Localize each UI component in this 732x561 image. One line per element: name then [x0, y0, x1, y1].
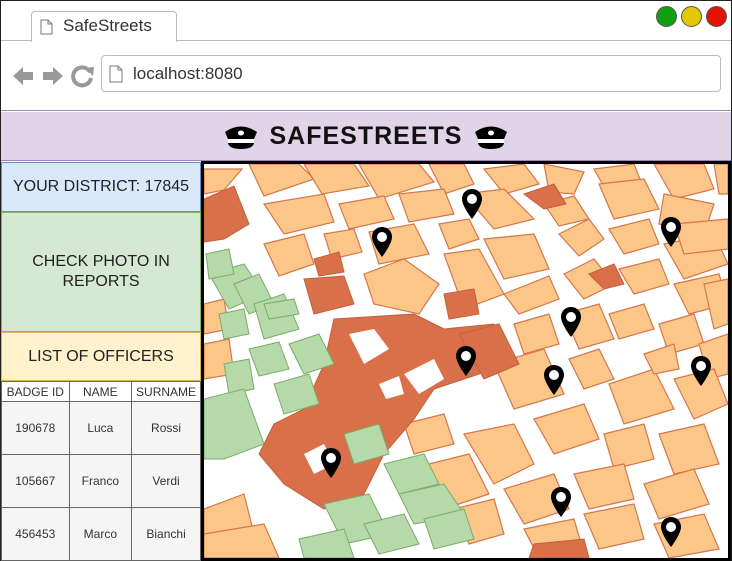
surname-cell: Bianchi [131, 507, 201, 561]
badge-id-cell: 456453 [1, 507, 70, 561]
arrow-right-icon[interactable] [41, 64, 65, 88]
browser-window: SafeStreets localhost:8080 SAFESTREETS Y… [0, 0, 732, 561]
officers-table: BADGE ID NAME SURNAME 190678 Luca Rossi … [1, 381, 201, 561]
table-row[interactable]: 105667 Franco Verdi [1, 454, 201, 508]
arrow-left-icon[interactable] [11, 64, 35, 88]
close-button[interactable] [706, 6, 727, 27]
table-header-row: BADGE ID NAME SURNAME [1, 381, 201, 402]
badge-id-cell: 105667 [1, 454, 70, 508]
minimize-button[interactable] [656, 6, 677, 27]
surname-cell: Rossi [131, 401, 201, 455]
column-header-badge-id: BADGE ID [1, 381, 70, 402]
tab-title: SafeStreets [63, 16, 152, 35]
district-label: YOUR DISTRICT: 17845 [12, 178, 190, 195]
reload-icon[interactable] [71, 64, 95, 88]
list-officers-button[interactable]: LIST OF OFFICERS [1, 332, 201, 381]
map-pin-icon[interactable] [462, 189, 482, 219]
district-map[interactable] [201, 161, 731, 561]
district-panel: YOUR DISTRICT: 17845 [1, 162, 201, 212]
map-canvas [204, 164, 728, 558]
app-title: SAFESTREETS [269, 122, 463, 150]
table-row[interactable]: 190678 Luca Rossi [1, 401, 201, 455]
app-header: SAFESTREETS [1, 112, 731, 161]
page-icon [40, 19, 53, 35]
maximize-button[interactable] [681, 6, 702, 27]
address-text: localhost:8080 [133, 64, 243, 83]
tab-bar: SafeStreets [1, 1, 731, 42]
name-cell: Franco [68, 454, 133, 508]
check-photo-label: CHECK PHOTO IN REPORTS [32, 253, 170, 290]
column-header-name: NAME [68, 381, 133, 402]
police-cap-icon [475, 126, 507, 149]
check-photo-button[interactable]: CHECK PHOTO IN REPORTS [1, 212, 201, 332]
page-icon [109, 65, 123, 83]
address-bar[interactable]: localhost:8080 [101, 55, 721, 92]
badge-id-cell: 190678 [1, 401, 70, 455]
navigation-bar: localhost:8080 [1, 42, 731, 111]
browser-tab[interactable]: SafeStreets [31, 11, 177, 42]
surname-cell: Verdi [131, 454, 201, 508]
name-cell: Marco [68, 507, 133, 561]
table-row[interactable]: 456453 Marco Bianchi [1, 507, 201, 561]
name-cell: Luca [68, 401, 133, 455]
list-officers-label: LIST OF OFFICERS [28, 347, 174, 365]
column-header-surname: SURNAME [131, 381, 201, 402]
